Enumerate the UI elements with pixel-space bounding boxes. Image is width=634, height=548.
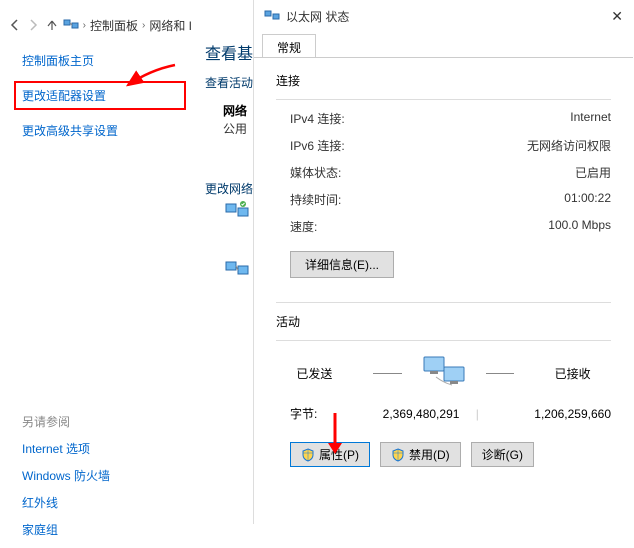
ipv6-value: 无网络访问权限 — [527, 137, 611, 154]
diagnose-button[interactable]: 诊断(G) — [471, 442, 534, 467]
bytes-divider: | — [459, 407, 495, 421]
ipv4-value: Internet — [570, 110, 611, 127]
ethernet-status-icon — [264, 8, 280, 24]
internet-options-link[interactable]: Internet 选项 — [22, 440, 110, 457]
shield-icon — [391, 448, 405, 462]
view-active-text: 查看活动 — [205, 74, 253, 91]
duration-row: 持续时间: 01:00:22 — [276, 191, 611, 208]
main-heading-area: 查看基 查看活动 — [205, 40, 253, 97]
view-basic-heading: 查看基 — [205, 40, 253, 64]
sent-label: 已发送 — [276, 365, 353, 382]
bytes-label: 字节: — [290, 405, 344, 422]
activity-line — [373, 373, 402, 374]
firewall-link[interactable]: Windows 防火墙 — [22, 467, 110, 484]
media-state-row: 媒体状态: 已启用 — [276, 164, 611, 181]
monitors-icon — [422, 355, 466, 391]
bytes-row: 字节: 2,369,480,291 | 1,206,259,660 — [276, 405, 611, 422]
breadcrumb-item[interactable]: 控制面板 — [90, 17, 138, 34]
connection-section-title: 连接 — [276, 72, 611, 89]
sidebar-home-link[interactable]: 控制面板主页 — [22, 52, 178, 69]
infrared-link[interactable]: 红外线 — [22, 494, 110, 511]
activity-section-title: 活动 — [276, 313, 611, 330]
chevron-right-icon: › — [83, 20, 86, 31]
divider — [276, 99, 611, 100]
change-network-heading: 更改网络 — [205, 180, 253, 197]
ipv6-row: IPv6 连接: 无网络访问权限 — [276, 137, 611, 154]
tab-general[interactable]: 常规 — [262, 34, 316, 57]
chevron-right-icon: › — [142, 20, 145, 31]
network-type-label: 公用 — [223, 120, 247, 137]
network-center-icon — [63, 17, 79, 33]
nav-back-icon[interactable] — [8, 15, 22, 35]
media-value: 已启用 — [575, 164, 611, 181]
divider — [276, 340, 611, 341]
also-see-title: 另请参阅 — [22, 413, 110, 430]
speed-label: 速度: — [290, 218, 317, 235]
dialog-titlebar: 以太网 状态 ✕ — [254, 0, 633, 32]
breadcrumb-item[interactable]: 网络和 I — [149, 17, 192, 34]
close-icon[interactable]: ✕ — [611, 8, 623, 25]
ipv4-label: IPv4 连接: — [290, 110, 345, 127]
speed-row: 速度: 100.0 Mbps — [276, 218, 611, 235]
properties-button[interactable]: 属性(P) — [290, 442, 370, 467]
duration-value: 01:00:22 — [564, 191, 611, 208]
shield-icon — [301, 448, 315, 462]
ipv6-label: IPv6 连接: — [290, 137, 345, 154]
details-button[interactable]: 详细信息(E)... — [290, 251, 394, 278]
bytes-sent-value: 2,369,480,291 — [344, 407, 460, 421]
dialog-title: 以太网 状态 — [286, 8, 605, 25]
network-name-label: 网络 — [223, 102, 247, 119]
duration-label: 持续时间: — [290, 191, 341, 208]
divider — [276, 302, 611, 303]
ethernet-status-dialog: 以太网 状态 ✕ 常规 连接 IPv4 连接: Internet IPv6 连接… — [253, 0, 633, 524]
adapter-settings-icon[interactable] — [225, 200, 249, 225]
properties-button-label: 属性(P) — [319, 446, 359, 463]
breadcrumb: › 控制面板 › 网络和 I — [0, 10, 200, 40]
ipv4-row: IPv4 连接: Internet — [276, 110, 611, 127]
nav-forward-icon[interactable] — [26, 15, 40, 35]
activity-graphic: 已发送 已接收 — [276, 355, 611, 391]
ethernet-icon[interactable] — [225, 260, 249, 283]
sidebar-sharing-settings-link[interactable]: 更改高级共享设置 — [22, 122, 178, 139]
tab-bar: 常规 — [254, 32, 633, 58]
also-see-section: 另请参阅 Internet 选项 Windows 防火墙 红外线 家庭组 — [22, 413, 110, 548]
diagnose-button-label: 诊断(G) — [482, 446, 523, 463]
speed-value: 100.0 Mbps — [548, 218, 611, 235]
bytes-received-value: 1,206,259,660 — [495, 407, 611, 421]
media-label: 媒体状态: — [290, 164, 341, 181]
nav-up-icon[interactable] — [44, 15, 58, 35]
activity-line — [486, 373, 515, 374]
sidebar-adapter-settings-link[interactable]: 更改适配器设置 — [14, 81, 186, 110]
disable-button-label: 禁用(D) — [409, 446, 450, 463]
disable-button[interactable]: 禁用(D) — [380, 442, 461, 467]
received-label: 已接收 — [534, 365, 611, 382]
